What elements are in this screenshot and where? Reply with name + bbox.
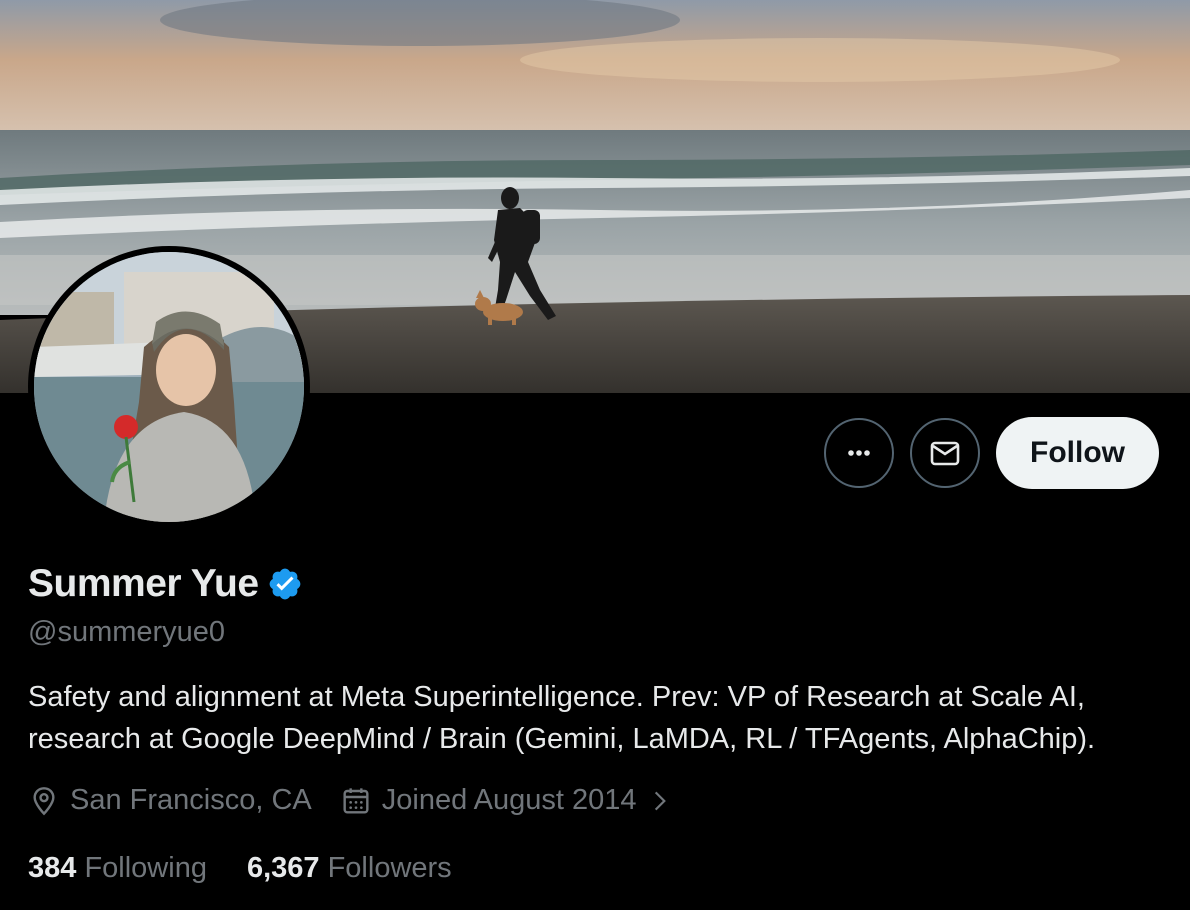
verified-badge-icon[interactable] [267, 566, 303, 602]
more-icon [848, 450, 870, 456]
location-text: San Francisco, CA [70, 784, 312, 816]
followers-count: 6,367 [246, 852, 320, 884]
follow-stats: 384 Following 6,367 Followers [28, 852, 492, 885]
location: San Francisco, CA [28, 784, 312, 817]
join-date-text: Joined August 2014 [381, 784, 637, 816]
follow-button[interactable]: Follow [996, 417, 1159, 489]
profile-avatar[interactable] [28, 246, 310, 528]
more-button[interactable] [824, 418, 895, 488]
following-count: 384 [28, 852, 77, 884]
following-label: Following [84, 852, 207, 884]
display-name: Summer Yue [28, 562, 259, 605]
user-handle: @summeryue0 [28, 616, 226, 648]
bio-line: research at Google DeepMind / Brain (Gem… [28, 723, 1096, 755]
mail-icon [930, 441, 960, 466]
followers-label: Followers [327, 852, 452, 884]
bio-line: Safety and alignment at Meta Superintell… [28, 681, 1085, 713]
profile-meta: San Francisco, CA Joined August 2014 [28, 784, 701, 817]
avatar-image [34, 252, 304, 522]
followers-link[interactable]: 6,367 Followers [247, 852, 452, 885]
chevron-right-icon [654, 791, 666, 810]
following-link[interactable]: 384 Following [28, 852, 207, 885]
profile-actions: Follow [824, 417, 1159, 489]
location-pin-icon [33, 786, 55, 815]
calendar-icon [343, 787, 369, 814]
join-date[interactable]: Joined August 2014 [340, 784, 673, 817]
name-row: Summer Yue [28, 562, 303, 606]
message-button[interactable] [910, 418, 981, 488]
bio: Safety and alignment at Meta Superintell… [28, 676, 1178, 760]
